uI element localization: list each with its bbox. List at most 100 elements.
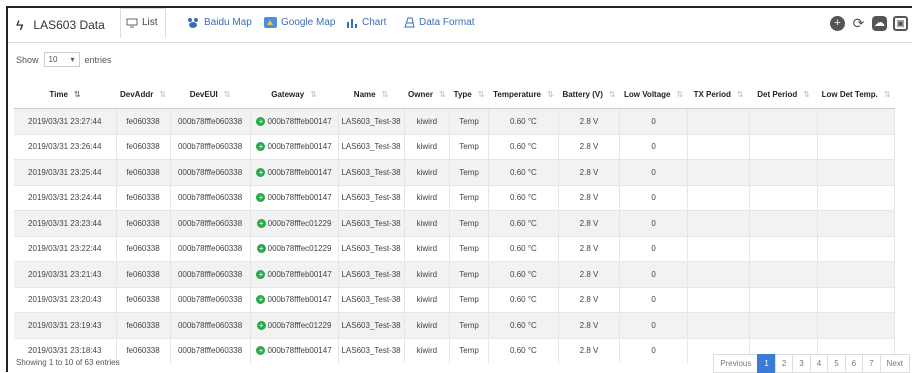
table-cell: 000b78fffe060338	[170, 133, 251, 160]
table-cell: fe060338	[116, 184, 171, 211]
table-cell: 2.8 V	[558, 312, 621, 338]
gateway-cell[interactable]: +000b78fffeb00147	[256, 167, 332, 177]
tab-baidu-map[interactable]: Baidu Map	[186, 17, 252, 28]
table-cell	[749, 133, 819, 160]
gateway-cell[interactable]: +000b78fffeb00147	[256, 269, 332, 279]
column-header-label: Name	[353, 89, 376, 99]
table-row[interactable]: 2019/03/31 23:25:44 fe060338 000b78fffe060…	[14, 159, 896, 185]
table-row[interactable]: 2019/03/31 23:22:44 fe060338 000b78fffe060…	[14, 235, 896, 262]
google-map-icon	[264, 17, 277, 28]
table-cell: 2019/03/31 23:19:43	[14, 312, 117, 338]
table-cell: 0.60 °C	[488, 184, 559, 211]
gateway-id: 000b78fffeb00147	[267, 116, 332, 126]
table-cell: kiwird	[404, 184, 451, 211]
table-row[interactable]: 2019/03/31 23:19:43 fe060338 000b78fffe060…	[14, 312, 896, 338]
tab-data-format[interactable]: Data Format	[404, 17, 475, 28]
add-icon[interactable]: +	[830, 16, 845, 31]
table-cell: 0	[619, 108, 689, 134]
table-cell: 000b78fffe060338	[170, 235, 251, 262]
table-row[interactable]: 2019/03/31 23:27:44 fe060338 000b78fffe060…	[14, 108, 896, 134]
table-cell: 0	[619, 286, 689, 313]
gateway-cell[interactable]: +000b78fffec01229	[256, 320, 332, 330]
table-cell: Temp	[449, 108, 489, 134]
gateway-cell[interactable]: +000b78fffec01229	[256, 218, 331, 228]
page-button[interactable]: 6	[844, 354, 864, 373]
table-cell: kiwird	[404, 210, 451, 236]
gateway-id: 000b78fffeb00147	[267, 346, 332, 356]
table-cell: 2019/03/31 23:23:44	[14, 210, 117, 236]
previous-page-button[interactable]: Previous	[713, 354, 759, 373]
page-button[interactable]: 4	[809, 354, 829, 373]
page-button[interactable]: 2	[774, 354, 794, 373]
column-header[interactable]: DevEUI ⇅	[170, 80, 251, 109]
gateway-online-icon: +	[256, 218, 266, 228]
format-icon	[404, 17, 415, 28]
tab-chart[interactable]: Chart	[346, 17, 386, 28]
table-cell: fe060338	[116, 286, 171, 313]
column-header-label: Type	[453, 89, 472, 99]
page-button[interactable]: 1	[757, 354, 776, 373]
column-header[interactable]: Low Det Temp. ⇅	[817, 80, 895, 109]
gateway-cell[interactable]: +000b78fffeb00147	[256, 142, 332, 152]
gateway-id: 000b78fffeb00147	[267, 193, 332, 203]
column-header-label: Battery (V)	[562, 89, 603, 99]
column-header[interactable]: Low Voltage ⇅	[619, 80, 688, 109]
table-row[interactable]: 2019/03/31 23:23:44 fe060338 000b78fffe060…	[14, 210, 896, 236]
table-cell	[687, 108, 751, 134]
gateway-cell[interactable]: +000b78fffeb00147	[256, 295, 332, 305]
column-header[interactable]: Temperature ⇅	[488, 80, 559, 109]
column-header-label: TX Period	[693, 89, 731, 99]
column-header[interactable]: Gateway ⇅	[250, 80, 339, 109]
baidu-map-icon	[188, 18, 198, 28]
table-row[interactable]: 2019/03/31 23:24:44 fe060338 000b78fffe060…	[14, 184, 896, 211]
next-page-button[interactable]: Next	[879, 354, 910, 373]
column-header[interactable]: Name ⇅	[338, 80, 405, 109]
table-cell	[749, 108, 819, 134]
gateway-id: 000b78fffec01229	[267, 320, 332, 330]
page-button[interactable]: 5	[827, 354, 846, 373]
export-icon[interactable]: ▣	[893, 16, 908, 31]
column-header[interactable]: Owner ⇅	[404, 80, 450, 109]
column-header-label: Low Det Temp.	[821, 89, 878, 99]
gateway-cell[interactable]: +000b78fffeb00147	[256, 346, 332, 356]
table-cell: fe060338	[116, 235, 171, 262]
tab-list[interactable]: List	[120, 8, 166, 38]
table-row[interactable]: 2019/03/31 23:21:43 fe060338 000b78fffe060…	[14, 261, 896, 287]
table-cell	[749, 261, 819, 287]
table-cell: Temp	[449, 133, 489, 160]
table-cell: 000b78fffe060338	[170, 312, 251, 338]
page-button[interactable]: 7	[862, 354, 881, 373]
table-cell	[687, 312, 751, 338]
table-cell	[817, 312, 896, 338]
column-header-label: Time	[49, 89, 68, 99]
table-cell: 000b78fffe060338	[170, 108, 251, 134]
table-cell: 0.60 °C	[488, 286, 559, 313]
column-header[interactable]: TX Period ⇅	[687, 80, 750, 109]
column-header[interactable]: Time ⇅	[14, 80, 116, 109]
table-row[interactable]: 2019/03/31 23:20:43 fe060338 000b78fffe060…	[14, 286, 896, 313]
table-row[interactable]: 2019/03/31 23:26:44 fe060338 000b78fffe060…	[14, 133, 896, 160]
column-header[interactable]: Type ⇅	[449, 80, 489, 109]
page-button[interactable]: 3	[792, 354, 811, 373]
column-header[interactable]: DevAddr ⇅	[116, 80, 171, 109]
gateway-cell[interactable]: +000b78fffeb00147	[256, 193, 332, 203]
gateway-cell[interactable]: +000b78fffec01229	[256, 244, 331, 254]
table-cell: 0.60 °C	[488, 235, 559, 262]
tab-google-map[interactable]: Google Map	[264, 17, 335, 28]
entries-select[interactable]: 10 ▾	[43, 52, 80, 67]
table-cell	[687, 235, 751, 262]
column-header-label: Owner	[408, 89, 433, 99]
sort-icon: ⇅	[223, 89, 231, 99]
table-cell: 2.8 V	[558, 159, 621, 185]
refresh-icon[interactable]: ⟳	[851, 16, 866, 31]
table-cell: Temp	[449, 159, 489, 185]
sort-icon: ⇅	[310, 89, 317, 99]
chevron-down-icon: ▾	[70, 55, 75, 64]
gateway-cell[interactable]: +000b78fffeb00147	[256, 116, 332, 126]
gateway-online-icon: +	[256, 193, 266, 203]
column-header[interactable]: Det Period ⇅	[749, 80, 818, 109]
column-header[interactable]: Battery (V) ⇅	[558, 80, 620, 109]
table-cell: +000b78fffec01229	[250, 312, 339, 338]
table-cell: 2.8 V	[558, 133, 621, 160]
cloud-download-icon[interactable]: ☁	[872, 16, 887, 31]
